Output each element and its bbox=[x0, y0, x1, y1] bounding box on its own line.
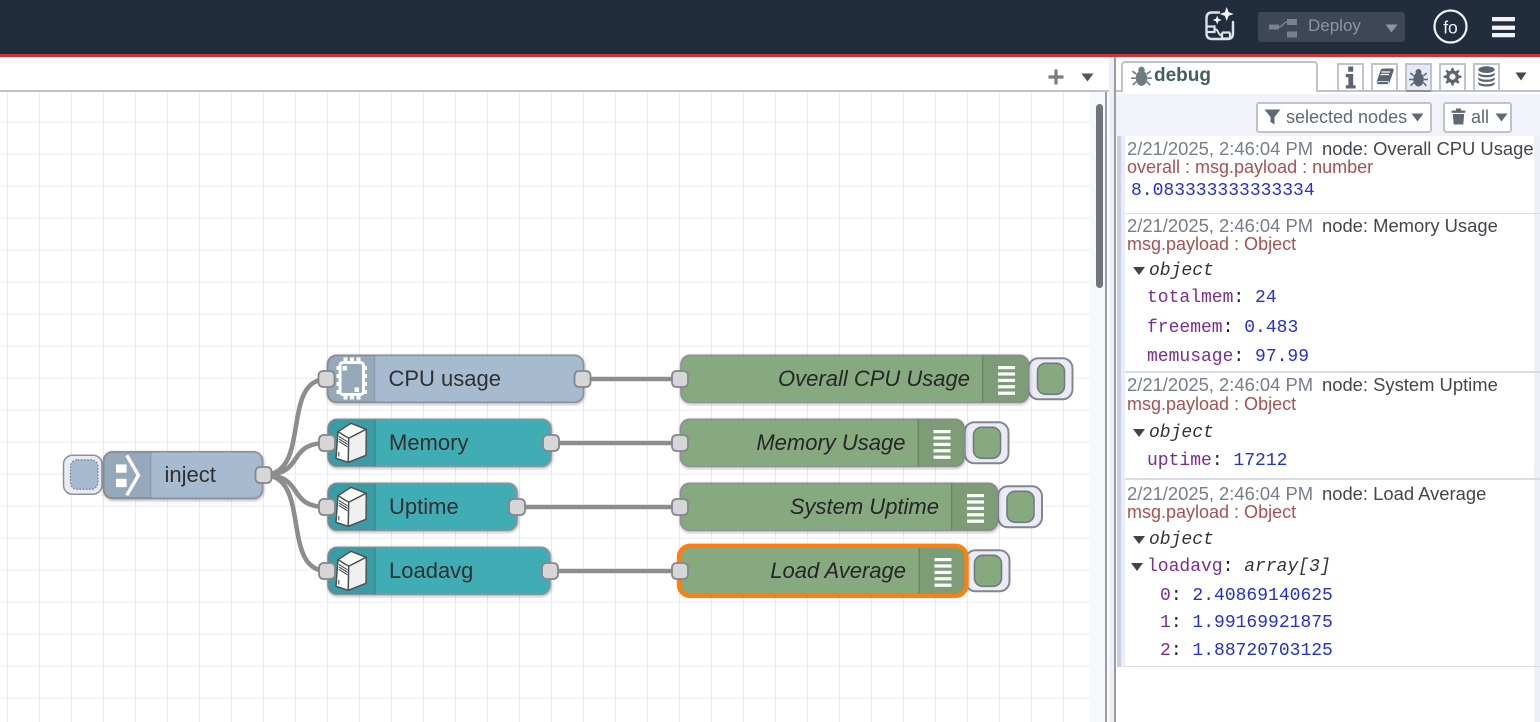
svg-text:Memory Usage: Memory Usage bbox=[756, 430, 905, 455]
svg-text:Loadavg: Loadavg bbox=[389, 558, 473, 583]
svg-text:fo: fo bbox=[1443, 18, 1458, 38]
svg-text:System Uptime: System Uptime bbox=[790, 494, 939, 519]
svg-text:Overall CPU Usage: Overall CPU Usage bbox=[778, 366, 970, 391]
svg-text:Memory: Memory bbox=[389, 430, 468, 455]
svg-text:Uptime: Uptime bbox=[389, 494, 459, 519]
svg-text:Load Average: Load Average bbox=[770, 558, 906, 583]
svg-text:CPU usage: CPU usage bbox=[389, 366, 502, 391]
svg-text:inject: inject bbox=[165, 462, 216, 487]
